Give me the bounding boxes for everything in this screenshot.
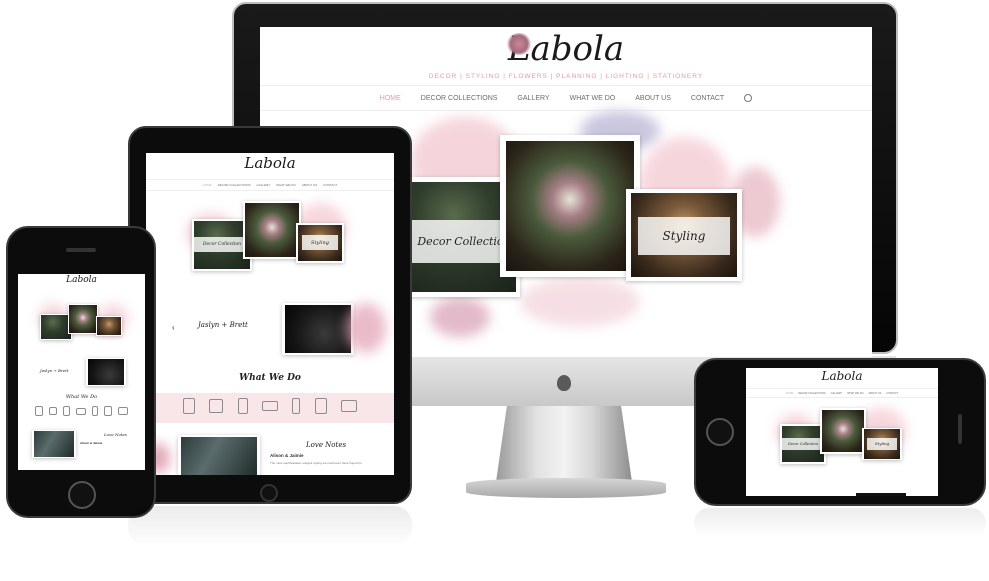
monitor-stand (496, 406, 632, 482)
featured-couple-title: Jaslyn + Brett (198, 321, 248, 329)
phone-testimonial-name: Alison & Jaimie (80, 441, 103, 445)
site-logo[interactable]: Labola (260, 29, 872, 69)
what-we-do-heading: What We Do (239, 373, 301, 383)
landscape-styling-card[interactable]: Styling (862, 428, 902, 460)
site-tagline: DECOR | STYLING | FLOWERS | PLANNING | L… (428, 73, 704, 80)
tablet-nav-what[interactable]: WHAT WE DO (276, 183, 296, 187)
landscape-nav: HOME DECOR COLLECTIONS GALLERY WHAT WE D… (746, 388, 938, 398)
landscape-logo: Labola (821, 369, 863, 383)
apple-logo-icon (557, 375, 571, 391)
landscape-floral-photo (821, 409, 865, 453)
tablet-floral-card[interactable] (243, 201, 301, 259)
nav-about-us[interactable]: ABOUT US (635, 95, 671, 102)
phone-styling-photo (97, 316, 121, 336)
logo-flower-icon (506, 33, 532, 55)
envelope-icon[interactable] (340, 400, 357, 412)
tablet-styling-card[interactable]: Styling (296, 223, 344, 263)
landscape-floral-card[interactable] (820, 408, 866, 454)
phone-dark-photo (87, 359, 125, 385)
slider-dark-photo (284, 305, 352, 353)
stationery-service-icon[interactable] (314, 398, 327, 414)
styling-label: Styling (637, 216, 731, 256)
phone-testimonial-photo (32, 430, 76, 458)
tablet-home-button[interactable] (260, 484, 278, 502)
tablet-nav: HOME DECOR COLLECTIONS GALLERY WHAT WE D… (146, 179, 394, 191)
tablet-screen: Labola HOME DECOR COLLECTIONS GALLERY WH… (146, 153, 394, 475)
landscape-styling-label: Styling (866, 437, 898, 450)
tablet-floral-photo (245, 203, 299, 257)
landscape-bottom-bar (856, 493, 906, 496)
landscape-nav-home[interactable]: HOME (786, 392, 794, 395)
love-notes-heading: Love Notes (306, 441, 347, 449)
nav-home[interactable]: HOME (380, 95, 401, 102)
floral-feature-card[interactable] (500, 135, 640, 277)
nav-gallery[interactable]: GALLERY (517, 95, 549, 102)
decor-service-icon[interactable] (35, 406, 43, 416)
phone-landscape-home-button[interactable] (706, 418, 734, 446)
styling-card[interactable]: Styling (626, 189, 742, 281)
phone-portrait-screen: Labola Jaslyn + Brett What We Do Love No… (18, 274, 145, 470)
lighting-service-icon[interactable] (76, 407, 86, 415)
reflection (128, 506, 412, 546)
phone-what-we-do: What We Do (65, 394, 98, 400)
tablet-nav-about[interactable]: ABOUT US (302, 183, 317, 187)
phone-home-button[interactable] (68, 481, 96, 509)
services-icons (176, 397, 364, 415)
tablet-logo: Labola (244, 154, 296, 172)
phone-styling-card[interactable] (96, 316, 122, 336)
tablet-slider-photo[interactable] (282, 303, 354, 355)
tablet-nav-home[interactable]: HOME (203, 183, 212, 187)
flowers-service-icon[interactable] (237, 398, 248, 414)
tablet-nav-decor[interactable]: DECOR COLLECTIONS (218, 183, 251, 187)
slider-prev-icon[interactable]: ‹ (172, 323, 175, 332)
testimonial-name: Alison & Jaimie (270, 453, 304, 458)
landscape-nav-decor[interactable]: DECOR COLLECTIONS (798, 392, 825, 395)
phone-floral-card[interactable] (68, 304, 98, 334)
tablet-nav-gallery[interactable]: GALLERY (256, 183, 270, 187)
planning-service-icon[interactable] (92, 406, 98, 416)
phone-decor-photo (41, 315, 71, 339)
reflection (694, 508, 986, 538)
stationery-service-icon[interactable] (104, 406, 112, 416)
phone-floral-photo (69, 305, 97, 333)
testimonial-text: The most sophisticated, elegant styling … (270, 461, 362, 465)
phone-landscape-speaker (958, 414, 962, 444)
styling-service-icon[interactable] (49, 407, 57, 415)
floral-photo (505, 140, 635, 272)
phone-services-icons (32, 406, 131, 416)
testimonial-photo (178, 435, 260, 475)
nav-decor-collections[interactable]: DECOR COLLECTIONS (421, 95, 498, 102)
phone-featured-title: Jaslyn + Brett (40, 368, 69, 373)
monitor-base (466, 478, 666, 498)
watercolor-splash (430, 297, 490, 337)
landscape-nav-contact[interactable]: CONTACT (886, 392, 898, 395)
landscape-decor-label: Decor Collection (781, 437, 825, 450)
landscape-nav-what[interactable]: WHAT WE DO (847, 392, 863, 395)
decor-service-icon[interactable] (183, 398, 196, 414)
tablet-nav-contact[interactable]: CONTACT (323, 183, 337, 187)
nav-what-we-do[interactable]: WHAT WE DO (570, 95, 616, 102)
phone-couple-photo (33, 431, 75, 457)
tablet-decor-label: Decor Collection (194, 236, 250, 253)
phone-logo: Labola (66, 275, 97, 285)
lighting-service-icon[interactable] (261, 401, 278, 411)
phone-speaker (66, 248, 96, 252)
couple-photo (181, 436, 257, 475)
envelope-icon[interactable] (118, 407, 128, 415)
phone-slider-photo[interactable] (86, 358, 126, 386)
phone-love-notes: Love Notes (104, 432, 127, 437)
phone-landscape-screen: Labola HOME DECOR COLLECTIONS GALLERY WH… (746, 368, 938, 496)
watercolor-splash (346, 303, 386, 353)
planning-service-icon[interactable] (292, 398, 301, 414)
search-icon[interactable] (744, 94, 753, 102)
styling-service-icon[interactable] (209, 399, 224, 413)
landscape-nav-gallery[interactable]: GALLERY (831, 392, 843, 395)
main-nav: HOME DECOR COLLECTIONS GALLERY WHAT WE D… (260, 85, 872, 111)
tablet-styling-label: Styling (301, 235, 339, 251)
landscape-nav-about[interactable]: ABOUT US (869, 392, 882, 395)
watercolor-splash (520, 277, 640, 327)
nav-contact[interactable]: CONTACT (691, 95, 724, 102)
flowers-service-icon[interactable] (63, 406, 70, 416)
